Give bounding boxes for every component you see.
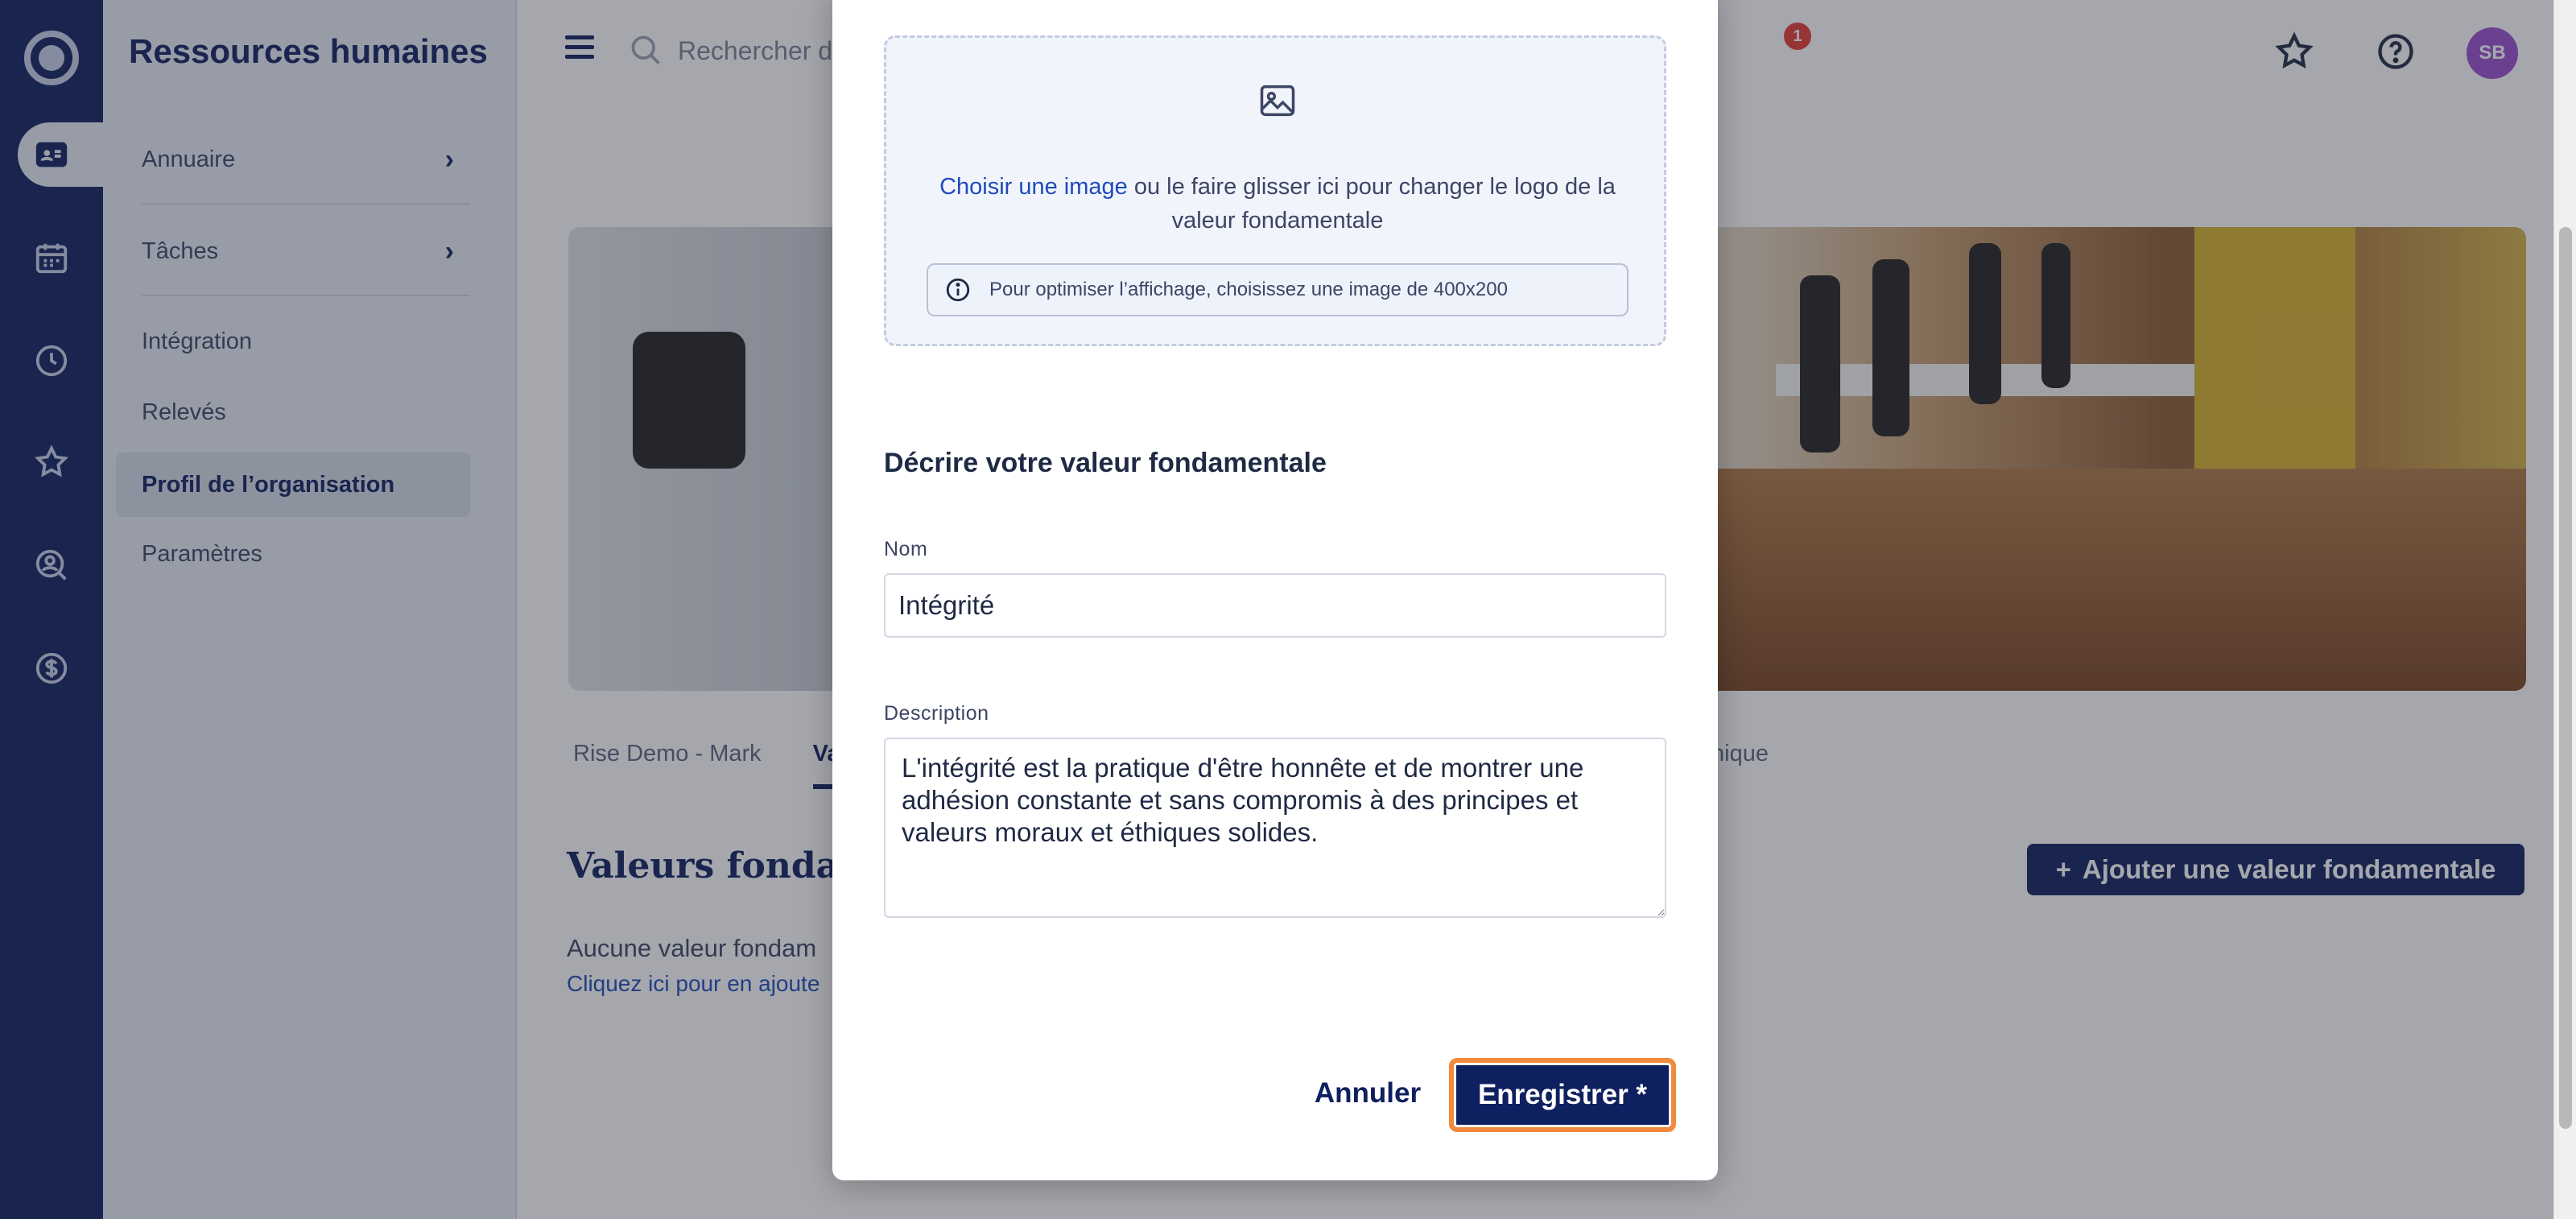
cancel-button[interactable]: Annuler (1267, 1063, 1468, 1124)
name-field[interactable] (884, 573, 1666, 638)
image-icon (1260, 85, 1295, 117)
description-label: Description (884, 702, 989, 725)
core-value-modal: Choisir une image ou le faire glisser ic… (832, 0, 1718, 1180)
description-field[interactable]: L'intégrité est la pratique d'être honnê… (884, 738, 1666, 918)
page-scrollbar[interactable] (2553, 0, 2576, 1219)
dropzone-instructions: ou le faire glisser ici pour changer le … (1133, 174, 1616, 233)
form-title: Décrire votre valeur fondamentale (884, 448, 1327, 478)
info-icon (946, 278, 970, 302)
name-label: Nom (884, 538, 928, 560)
hint-text: Pour optimiser l’affichage, choisissez u… (989, 279, 1508, 300)
dropzone-text: Choisir une image ou le faire glisser ic… (919, 170, 1637, 238)
save-button[interactable]: Enregistrer * (1449, 1058, 1676, 1132)
image-size-hint: Pour optimiser l’affichage, choisissez u… (927, 263, 1629, 316)
choose-image-link[interactable]: Choisir une image (939, 174, 1128, 200)
scrollbar-thumb[interactable] (2559, 227, 2572, 1129)
image-dropzone[interactable]: Choisir une image ou le faire glisser ic… (884, 35, 1666, 346)
